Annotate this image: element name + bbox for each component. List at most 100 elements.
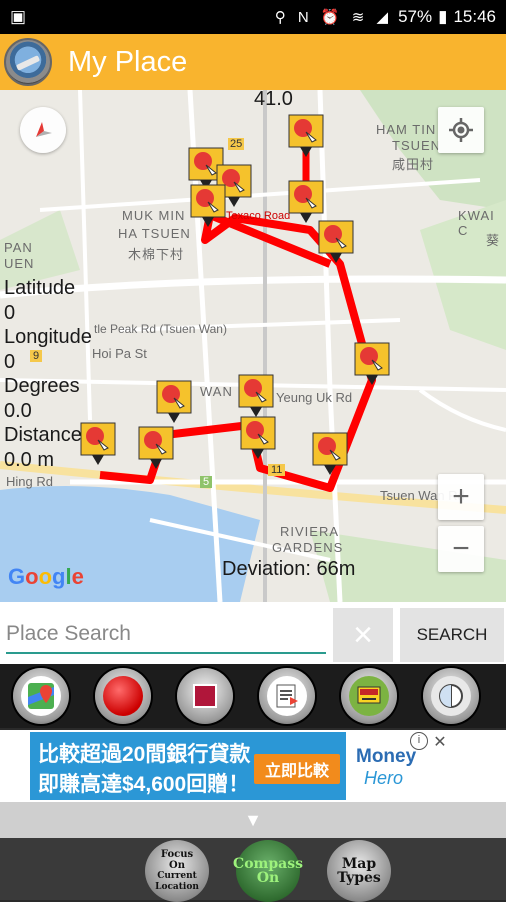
waypoint-marker[interactable]	[238, 374, 274, 418]
battery-level: 57%	[398, 7, 433, 26]
chevron-down-icon: ▼	[244, 809, 262, 830]
waypoint-marker[interactable]	[190, 184, 226, 228]
map-label-tsuen: TSUEN	[392, 138, 442, 153]
app-title: My Place	[68, 45, 188, 78]
app-logo-icon	[4, 38, 52, 86]
compass-button-label: Compass On	[233, 857, 303, 885]
map-label-wan: WAN	[200, 384, 233, 399]
map-types-line2: Types	[337, 870, 381, 886]
website-icon	[349, 676, 389, 716]
map-label-texaco: Texaco Road	[226, 210, 291, 222]
focus-label-line2: On	[169, 860, 185, 871]
my-location-button[interactable]	[438, 107, 484, 153]
map-label-castle-peak: tle Peak Rd (Tsuen Wan)	[94, 322, 227, 336]
zoom-in-button[interactable]: +	[438, 474, 484, 520]
map-label-ham-tin: HAM TIN	[376, 122, 437, 137]
distance-value: 0.0 m	[4, 448, 55, 471]
waypoint-marker[interactable]	[138, 426, 174, 470]
split-compass-icon	[431, 676, 471, 716]
latitude-label: Latitude	[4, 277, 76, 299]
route-badge-11: 11	[268, 464, 286, 476]
map-label-ha-tsuen: HA TSUEN	[118, 226, 191, 241]
action-toolbar	[0, 664, 506, 728]
focus-label-line1: Focus	[160, 849, 194, 860]
speed-readout: 41.0	[254, 90, 293, 110]
waypoint-marker[interactable]	[312, 432, 348, 476]
split-compass-button[interactable]	[423, 668, 479, 724]
battery-icon: ▮	[438, 7, 448, 26]
ad-subline: 即賺高達$4,600回贈！	[38, 773, 250, 796]
document-button[interactable]	[259, 668, 315, 724]
waypoint-marker[interactable]	[318, 220, 354, 264]
search-bar: × SEARCH	[0, 602, 506, 664]
collapse-toggle[interactable]: ▼	[0, 802, 506, 838]
ad-brand-money: Money	[356, 746, 417, 767]
ad-info-icon[interactable]: i	[410, 732, 428, 750]
stop-icon	[185, 676, 225, 716]
ad-headline: 比較超過20間銀行貸款	[38, 743, 251, 766]
status-bar: ▣ ⚲ N ⏰ ≋ ◢ 57% ▮ 15:46	[0, 0, 506, 34]
waypoint-marker[interactable]	[354, 342, 390, 386]
map-types-label: Map Types	[337, 857, 381, 885]
ad-left-panel[interactable]: 比較超過20間銀行貸款 即賺高達$4,600回贈！ 立即比較	[30, 732, 346, 800]
map-label-uen: UEN	[4, 256, 35, 271]
record-button[interactable]	[95, 668, 151, 724]
google-logo: Google	[8, 564, 84, 589]
route-badge-5: 5	[200, 476, 213, 488]
map-label-pan: PAN	[4, 240, 33, 255]
status-icons: ⚲ N ⏰ ≋ ◢	[274, 9, 393, 26]
map-label-muk-cn: 木棉下村	[128, 247, 185, 262]
place-search-input[interactable]	[6, 616, 326, 654]
status-right: ⚲ N ⏰ ≋ ◢ 57% ▮ 15:46	[275, 7, 496, 27]
ad-banner[interactable]: 比較超過20間銀行貸款 即賺高達$4,600回贈！ 立即比較 Money Her…	[0, 730, 506, 802]
map-types-line1: Map	[341, 856, 377, 872]
waypoint-marker[interactable]	[288, 180, 324, 224]
location-info-panel: Latitude 0 Longitude 0 Degrees 0.0 Dista…	[4, 276, 92, 472]
compass-button[interactable]	[20, 107, 66, 153]
zoom-out-button[interactable]: −	[438, 526, 484, 572]
map-label-yeung-uk: Yeung Uk Rd	[276, 390, 353, 405]
gallery-icon: ▣	[10, 7, 27, 26]
compass-needle-icon	[36, 122, 52, 137]
focus-label-line3: Current Location	[155, 871, 199, 892]
ad-brand-hero: Hero	[364, 768, 404, 788]
map-label-tsuen-cn: 咸田村	[392, 157, 435, 172]
map-label-muk-min: MUK MIN	[122, 208, 186, 223]
focus-button-label: Focus On Current Location	[145, 849, 209, 893]
search-button[interactable]: SEARCH	[400, 608, 504, 662]
waypoint-marker[interactable]	[156, 380, 192, 424]
longitude-value: 0	[4, 350, 16, 373]
map-label-gardens: GARDENS	[272, 540, 344, 555]
bottom-bar: Focus On Current Location Compass On Map…	[0, 838, 506, 902]
ad-cta-button[interactable]: 立即比較	[254, 754, 340, 784]
website-button[interactable]	[341, 668, 397, 724]
app-bar: My Place	[0, 34, 506, 90]
deviation-readout: Deviation: 66m	[222, 558, 356, 580]
google-maps-icon	[21, 676, 61, 716]
compass-label-line1: Compass	[233, 856, 303, 872]
my-location-icon	[449, 118, 473, 142]
map-label-hoi-pa: Hoi Pa St	[92, 346, 147, 361]
distance-label: Distance	[4, 424, 82, 446]
map-view[interactable]: HAM TIN TSUEN 咸田村 MUK MIN HA TSUEN 木棉下村 …	[0, 90, 506, 602]
map-label-kwai-cn: 葵	[486, 233, 501, 248]
degrees-value: 0.0	[4, 399, 32, 422]
compass-on-button[interactable]: Compass On	[233, 840, 303, 902]
record-icon	[103, 676, 143, 716]
clock: 15:46	[453, 7, 496, 26]
route-badge-25: 25	[228, 138, 245, 150]
google-maps-button[interactable]	[13, 668, 69, 724]
latitude-value: 0	[4, 301, 16, 324]
map-types-button[interactable]: Map Types	[327, 840, 391, 902]
waypoint-marker[interactable]	[240, 416, 276, 460]
clear-search-button[interactable]: ×	[333, 608, 393, 662]
map-label-riviera: RIVIERA	[280, 524, 340, 539]
document-icon	[267, 676, 307, 716]
waypoint-marker[interactable]	[288, 114, 324, 158]
ad-close-icon[interactable]: ✕	[430, 732, 450, 752]
stop-button[interactable]	[177, 668, 233, 724]
focus-current-location-button[interactable]: Focus On Current Location	[145, 840, 209, 902]
compass-label-line2: On	[256, 870, 280, 886]
degrees-label: Degrees	[4, 375, 80, 397]
map-label-hing-rd: Hing Rd	[6, 474, 53, 489]
